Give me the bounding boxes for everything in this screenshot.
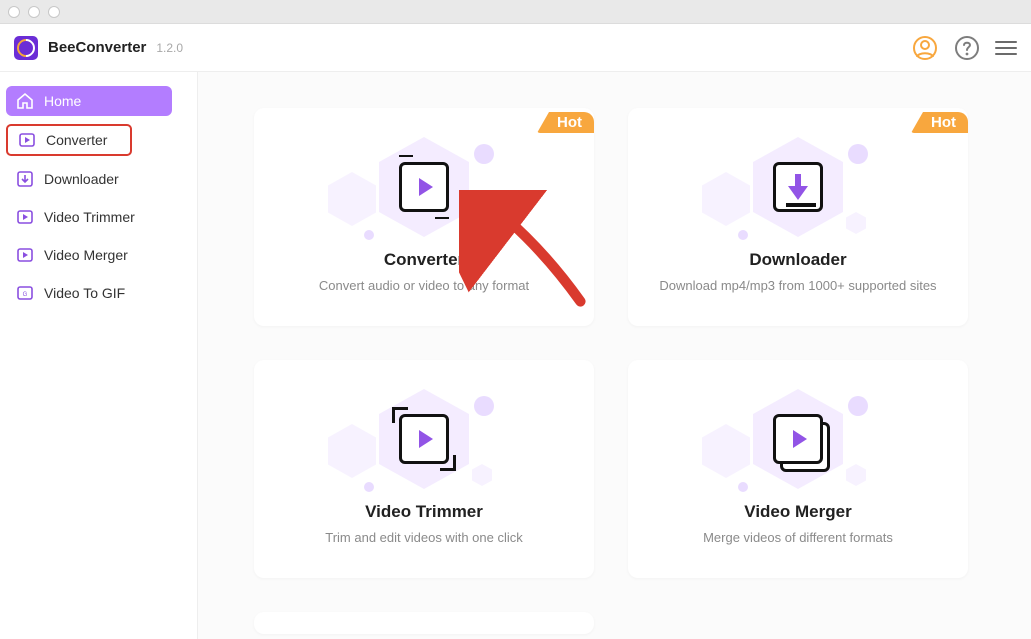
card-video-trimmer[interactable]: Video Trimmer Trim and edit videos with …	[254, 360, 594, 578]
card-title: Downloader	[749, 250, 846, 270]
card-title: Video Merger	[744, 502, 851, 522]
card-description: Download mp4/mp3 from 1000+ supported si…	[645, 278, 950, 293]
card-description: Trim and edit videos with one click	[311, 530, 537, 545]
help-icon	[954, 35, 980, 61]
sidebar-item-label: Video Merger	[44, 247, 128, 263]
sidebar-item-label: Video To GIF	[44, 285, 125, 301]
app-logo-icon	[14, 36, 38, 60]
card-title: Video Trimmer	[365, 502, 483, 522]
sidebar-item-label: Downloader	[44, 171, 119, 187]
downloader-icon	[16, 170, 34, 188]
card-title: Converter	[384, 250, 464, 270]
converter-icon	[18, 131, 36, 149]
account-icon	[912, 35, 938, 61]
sidebar-item-label: Video Trimmer	[44, 209, 135, 225]
video-to-gif-icon: G	[16, 284, 34, 302]
sidebar: Home Converter Downloader Video Trimmer	[0, 72, 198, 639]
sidebar-item-video-to-gif[interactable]: G Video To GIF	[6, 278, 191, 308]
window-close-button[interactable]	[8, 6, 20, 18]
home-icon	[16, 92, 34, 110]
sidebar-item-video-merger[interactable]: Video Merger	[6, 240, 191, 270]
trimmer-card-icon	[324, 386, 524, 496]
sidebar-item-home[interactable]: Home	[6, 86, 172, 116]
card-description: Convert audio or video to any format	[305, 278, 543, 293]
card-description: Merge videos of different formats	[689, 530, 907, 545]
sidebar-item-label: Home	[44, 93, 81, 109]
app-header: BeeConverter 1.2.0	[0, 24, 1031, 72]
header-actions	[911, 34, 1017, 62]
account-button[interactable]	[911, 34, 939, 62]
downloader-card-icon	[698, 134, 898, 244]
video-merger-icon	[16, 246, 34, 264]
svg-text:G: G	[23, 292, 28, 298]
app-name: BeeConverter	[48, 39, 146, 56]
sidebar-item-video-trimmer[interactable]: Video Trimmer	[6, 202, 191, 232]
help-button[interactable]	[953, 34, 981, 62]
hot-badge: Hot	[911, 112, 968, 133]
sidebar-item-label: Converter	[46, 132, 107, 148]
hot-badge: Hot	[537, 112, 594, 133]
main-panel: Hot Converter Convert audio or video to …	[198, 72, 1031, 639]
card-converter[interactable]: Hot Converter Convert audio or video to …	[254, 108, 594, 326]
menu-icon	[995, 41, 1017, 43]
menu-button[interactable]	[995, 37, 1017, 59]
app-version: 1.2.0	[156, 41, 183, 55]
video-trimmer-icon	[16, 208, 34, 226]
window-titlebar	[0, 0, 1031, 24]
converter-card-icon	[324, 134, 524, 244]
sidebar-item-converter[interactable]: Converter	[6, 124, 132, 156]
sidebar-item-downloader[interactable]: Downloader	[6, 164, 191, 194]
window-zoom-button[interactable]	[48, 6, 60, 18]
card-downloader[interactable]: Hot Downloader Download mp4/mp3 from 100…	[628, 108, 968, 326]
window-minimize-button[interactable]	[28, 6, 40, 18]
card-partial[interactable]	[254, 612, 594, 634]
cards-grid: Hot Converter Convert audio or video to …	[254, 108, 975, 634]
merger-card-icon	[698, 386, 898, 496]
content-area: Home Converter Downloader Video Trimmer	[0, 72, 1031, 639]
brand: BeeConverter 1.2.0	[14, 36, 183, 60]
card-video-merger[interactable]: Video Merger Merge videos of different f…	[628, 360, 968, 578]
